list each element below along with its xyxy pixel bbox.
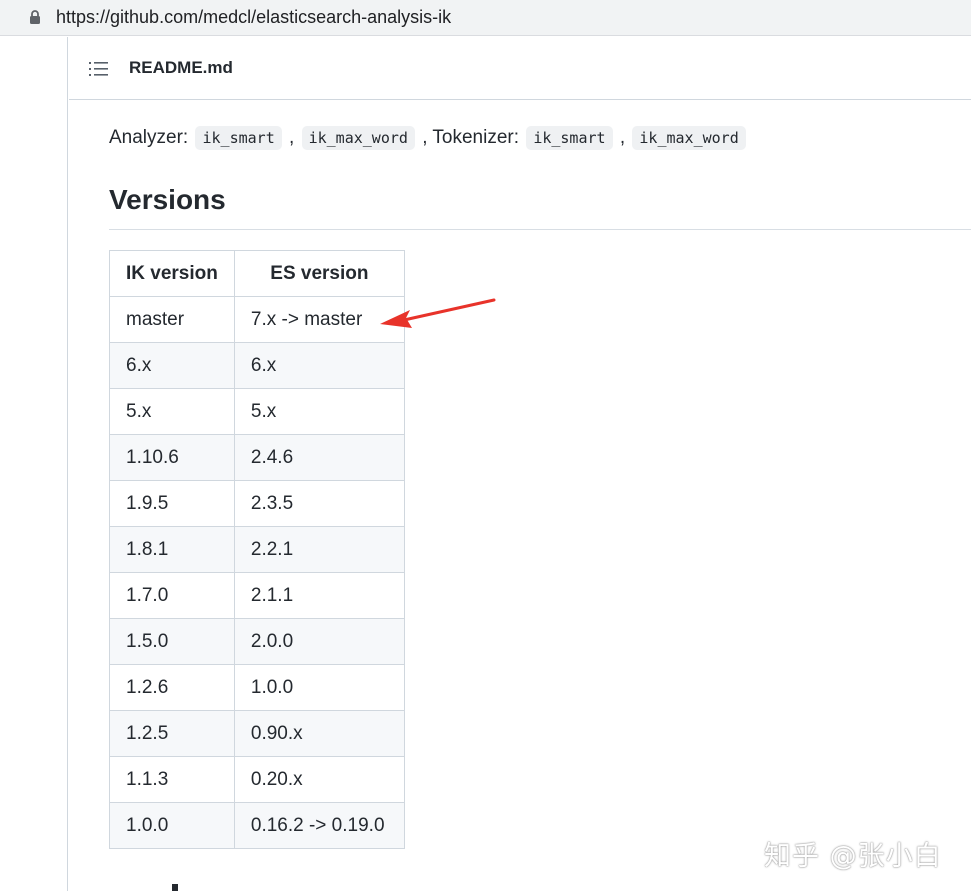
table-row: 6.x 6.x	[109, 342, 405, 389]
ik-version-cell: 5.x	[109, 388, 235, 435]
es-version-cell: 1.0.0	[233, 664, 405, 711]
analyzer-code-ik-smart: ik_smart	[195, 126, 282, 150]
cropped-heading-fragment	[172, 884, 178, 891]
es-version-cell: 2.3.5	[233, 480, 405, 527]
es-version-cell: 0.90.x	[233, 710, 405, 757]
table-row: 1.2.6 1.0.0	[109, 664, 405, 711]
analyzer-line: Analyzer: ik_smart , ik_max_word , Token…	[109, 124, 748, 152]
es-version-cell: 0.16.2 -> 0.19.0	[233, 802, 405, 849]
versions-heading: Versions	[109, 184, 226, 215]
table-row: 1.10.6 2.4.6	[109, 434, 405, 481]
separator: ,	[289, 127, 295, 148]
browser-address-bar[interactable]: https://github.com/medcl/elasticsearch-a…	[0, 0, 971, 36]
table-row: 1.0.0 0.16.2 -> 0.19.0	[109, 802, 405, 849]
ik-version-cell: 1.2.5	[109, 710, 235, 757]
es-version-cell: 2.0.0	[233, 618, 405, 665]
lock-icon	[30, 10, 40, 24]
versions-table: IK version ES version master 7.x -> mast…	[109, 250, 405, 849]
table-header-row: IK version ES version	[109, 250, 405, 297]
table-row: 1.1.3 0.20.x	[109, 756, 405, 803]
left-gutter	[0, 37, 68, 891]
table-row: 1.5.0 2.0.0	[109, 618, 405, 665]
table-row: 1.9.5 2.3.5	[109, 480, 405, 527]
tokenizer-label: Tokenizer:	[432, 127, 520, 148]
readme-header: README.md	[69, 37, 971, 100]
header-ik-version: IK version	[109, 250, 235, 297]
red-arrow-annotation-icon	[380, 298, 496, 328]
es-version-cell: 0.20.x	[233, 756, 405, 803]
table-row: 1.7.0 2.1.1	[109, 572, 405, 619]
tokenizer-code-ik-smart: ik_smart	[526, 126, 613, 150]
heading-divider	[109, 229, 971, 230]
arrow-shaft	[402, 298, 496, 322]
ik-version-cell: 1.9.5	[109, 480, 235, 527]
url-text[interactable]: https://github.com/medcl/elasticsearch-a…	[56, 5, 451, 29]
ik-version-cell: 1.8.1	[109, 526, 235, 573]
ik-version-cell: 1.7.0	[109, 572, 235, 619]
ik-version-cell: 1.0.0	[109, 802, 235, 849]
ik-version-cell: 1.1.3	[109, 756, 235, 803]
separator: ,	[619, 127, 626, 148]
table-row: 1.2.5 0.90.x	[109, 710, 405, 757]
table-row: 1.8.1 2.2.1	[109, 526, 405, 573]
analyzer-label: Analyzer:	[109, 127, 189, 148]
ik-version-cell: 6.x	[109, 342, 235, 389]
es-version-cell: 2.2.1	[233, 526, 405, 573]
readme-title[interactable]: README.md	[129, 58, 233, 78]
es-version-cell: 2.1.1	[233, 572, 405, 619]
tokenizer-code-ik-max-word: ik_max_word	[632, 126, 746, 150]
table-row: 5.x 5.x	[109, 388, 405, 435]
es-version-cell: 5.x	[233, 388, 405, 435]
es-version-cell: 6.x	[233, 342, 405, 389]
ik-version-cell: 1.5.0	[109, 618, 235, 665]
ik-version-cell: 1.10.6	[109, 434, 235, 481]
separator: ,	[422, 127, 428, 148]
list-icon[interactable]	[89, 61, 109, 77]
zhihu-watermark: 知乎 @张小白	[764, 841, 942, 872]
ik-version-cell: master	[109, 296, 235, 343]
ik-version-cell: 1.2.6	[109, 664, 235, 711]
es-version-cell: 2.4.6	[233, 434, 405, 481]
analyzer-code-ik-max-word: ik_max_word	[301, 126, 415, 150]
table-row: master 7.x -> master	[109, 296, 405, 343]
